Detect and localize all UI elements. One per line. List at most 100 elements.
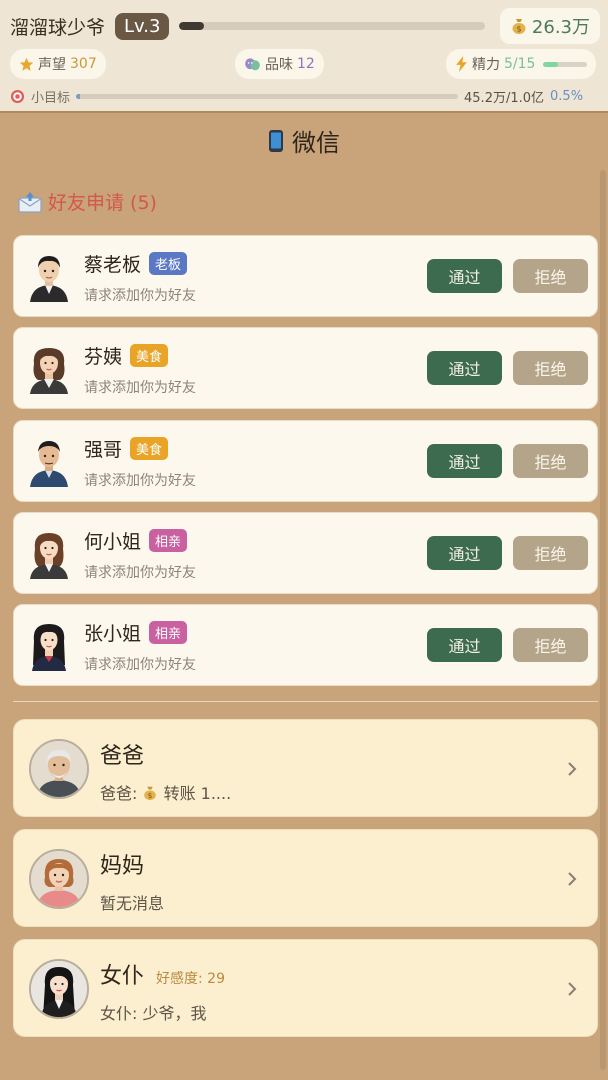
friend-request-tag: 相亲 (149, 529, 188, 552)
chat-name: 女仆 (100, 964, 145, 989)
friend-request-subtitle: 请求添加你为好友 (84, 473, 196, 489)
xp-progress-bar (179, 22, 486, 30)
reject-button[interactable]: 拒绝 (513, 536, 588, 570)
friend-request-name: 张小姐 (84, 623, 142, 645)
aunt-avatar (30, 348, 68, 394)
friend-request-name-row: 蔡老板 老板 (84, 250, 188, 277)
friend-request-tag: 老板 (149, 252, 188, 275)
friend-request-name: 芬姨 (84, 346, 123, 368)
accept-button[interactable]: 通过 (427, 628, 502, 662)
lightning-icon (456, 56, 467, 72)
reject-button[interactable]: 拒绝 (513, 444, 588, 478)
friend-request-name-row: 张小姐 相亲 (84, 619, 188, 646)
chevron-right-icon (568, 872, 577, 886)
energy-label: 精力 (472, 57, 500, 73)
svg-text:$: $ (516, 25, 521, 34)
money-display[interactable]: $ 26.3万 (499, 8, 600, 44)
friend-request-tag: 美食 (130, 437, 169, 460)
level-badge: Lv.3 (115, 12, 170, 40)
friend-request-tag: 美食 (130, 344, 169, 367)
taste-value: 12 (297, 56, 315, 72)
theater-masks-icon (245, 57, 260, 70)
energy-value: 5/15 (504, 56, 536, 72)
friend-request-card: 蔡老板 老板 请求添加你为好友 通过 拒绝 (13, 235, 598, 317)
target-icon (10, 89, 25, 103)
goal-progress-bar (76, 93, 459, 99)
chat-name: 妈妈 (100, 854, 145, 879)
friend-request-subtitle: 请求添加你为好友 (84, 288, 196, 304)
xp-progress-fill (179, 22, 204, 30)
goal-row: 小目标 45.2万/1.0亿 0.5% (10, 86, 600, 106)
chat-preview-prefix: 爸爸: (100, 784, 143, 803)
reputation-value: 307 (70, 56, 97, 72)
accept-button[interactable]: 通过 (427, 536, 502, 570)
chat-preview-prefix: 暂无消息 (100, 894, 165, 913)
friend-request-card: 芬姨 美食 请求添加你为好友 通过 拒绝 (13, 327, 598, 409)
money-value: 26.3万 (531, 17, 590, 38)
chat-name-row: 妈妈 (100, 848, 144, 880)
energy-pill[interactable]: 精力 5/15 (446, 49, 597, 79)
friend-request-name-row: 芬姨 美食 (84, 342, 169, 369)
goal-progress-text: 45.2万/1.0亿 (464, 90, 545, 106)
friend-request-name-row: 何小姐 相亲 (84, 527, 188, 554)
reputation-label: 声望 (38, 57, 66, 73)
taste-label: 品味 (265, 57, 293, 73)
goal-progress-fill (76, 93, 80, 99)
chat-name-row: 爸爸 (100, 738, 144, 770)
friend-requests-title: 好友申请 (5) (48, 192, 157, 214)
reject-button[interactable]: 拒绝 (513, 628, 588, 662)
player-name: 溜溜球少爷 (10, 16, 106, 39)
friend-requests-header: 好友申请 (5) (18, 188, 157, 215)
header-stats-row: 声望 307 品味 12 精力 5/15 (10, 49, 600, 79)
status-header: 溜溜球少爷 Lv.3 $ 26.3万 声望 307 品味 12 精力 5/15 … (0, 0, 608, 113)
friend-request-card: 张小姐 相亲 请求添加你为好友 通过 拒绝 (13, 604, 598, 686)
miss-he-avatar (30, 533, 68, 579)
chevron-right-icon (568, 982, 577, 996)
taste-pill[interactable]: 品味 12 (235, 49, 324, 79)
accept-button[interactable]: 通过 (427, 351, 502, 385)
friend-request-subtitle: 请求添加你为好友 (84, 380, 196, 396)
reject-button[interactable]: 拒绝 (513, 351, 588, 385)
section-divider (13, 701, 598, 702)
friend-request-name: 何小姐 (84, 531, 142, 553)
goal-percent: 0.5% (550, 88, 584, 104)
chat-name: 爸爸 (100, 744, 145, 769)
friend-request-subtitle: 请求添加你为好友 (84, 565, 196, 581)
page-title: 微信 (0, 123, 608, 158)
friend-request-card: 强哥 美食 请求添加你为好友 通过 拒绝 (13, 420, 598, 502)
boss-avatar (30, 256, 68, 302)
mom-avatar (29, 849, 89, 909)
energy-bar-fill (543, 61, 559, 67)
money-bag-icon: $ (512, 19, 526, 34)
chat-item-dad[interactable]: 爸爸 爸爸: $ 转账 1.... (13, 719, 598, 817)
chat-name-row: 女仆 好感度: 29 (100, 958, 225, 990)
friend-request-card: 何小姐 相亲 请求添加你为好友 通过 拒绝 (13, 512, 598, 594)
chat-item-maid[interactable]: 女仆 好感度: 29 女仆: 少爷，我 (13, 939, 598, 1037)
reputation-pill[interactable]: 声望 307 (10, 49, 106, 79)
inbox-envelope-icon (18, 191, 42, 213)
phone-icon (269, 129, 283, 152)
chat-preview: 爸爸: $ 转账 1.... (100, 780, 231, 804)
page-title-text: 微信 (292, 129, 340, 157)
reject-button[interactable]: 拒绝 (513, 259, 588, 293)
chat-preview: 女仆: 少爷，我 (100, 1000, 206, 1024)
accept-button[interactable]: 通过 (427, 444, 502, 478)
svg-text:$: $ (148, 791, 153, 800)
chat-preview-rest: 转账 1.... (158, 784, 232, 803)
chat-item-mom[interactable]: 妈妈 暂无消息 (13, 829, 598, 927)
scrollbar[interactable] (600, 170, 606, 1070)
friend-request-subtitle: 请求添加你为好友 (84, 657, 196, 673)
energy-bar (543, 61, 588, 67)
accept-button[interactable]: 通过 (427, 259, 502, 293)
friend-request-name-row: 强哥 美食 (84, 435, 169, 462)
favor-level: 好感度: 29 (156, 971, 225, 987)
chat-preview-prefix: 女仆: 少爷，我 (100, 1004, 207, 1023)
chat-preview: 暂无消息 (100, 890, 164, 914)
header-top-row: 溜溜球少爷 Lv.3 $ 26.3万 (10, 8, 600, 44)
money-bag-icon: $ (144, 786, 157, 801)
friend-request-name: 强哥 (84, 439, 123, 461)
goal-label: 小目标 (31, 90, 71, 106)
star-icon (19, 57, 34, 71)
maid-avatar (29, 959, 89, 1019)
dad-avatar (29, 739, 89, 799)
